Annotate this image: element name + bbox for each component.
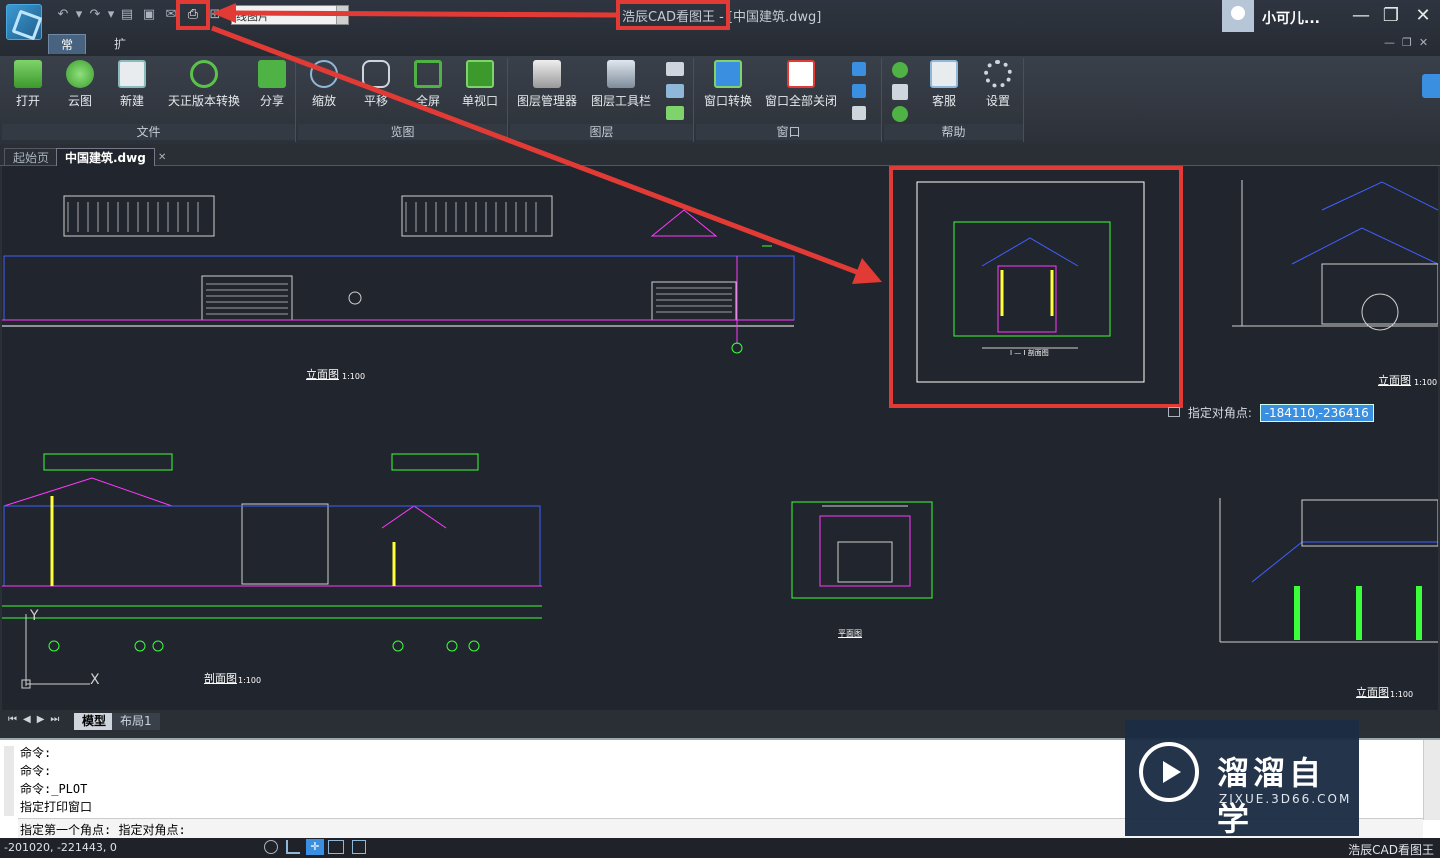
command-line-2: 命令:: [20, 764, 52, 778]
status-app-name: 浩辰CAD看图王: [1348, 843, 1434, 857]
watermark-url: ZIXUE.3D66.COM: [1219, 792, 1352, 806]
command-input-text: 指定第一个角点: 指定对角点:: [20, 823, 186, 837]
layout-nav-arrows[interactable]: ⏮◀▶⏭: [8, 714, 65, 725]
snap-icon[interactable]: ✛: [306, 839, 324, 855]
ortho-icon[interactable]: [286, 840, 300, 854]
coord-tip-input[interactable]: -184110,-236416: [1259, 404, 1374, 422]
tab-model[interactable]: 模型: [74, 713, 115, 730]
coordinate-tooltip: 指定对角点: -184110,-236416: [1168, 404, 1374, 424]
command-line-1: 命令:: [20, 746, 52, 760]
status-bar: -201020, -221443, 0 ✛ 浩辰CAD看图王: [0, 838, 1440, 858]
play-logo-icon: [1139, 742, 1199, 802]
monitor-icon: [1168, 407, 1180, 417]
coordinates-readout: -201020, -221443, 0: [4, 841, 117, 854]
command-line-4: 指定打印窗口: [20, 800, 93, 814]
zoom-status-icon[interactable]: [264, 840, 278, 854]
watermark: 溜溜自学 ZIXUE.3D66.COM: [1125, 720, 1359, 838]
command-line-3: 命令:_PLOT: [20, 782, 88, 796]
tab-layout1[interactable]: 布局1: [112, 713, 160, 730]
command-scrollbar[interactable]: [1423, 740, 1440, 820]
coord-tip-label: 指定对角点:: [1187, 406, 1252, 420]
grid-icon[interactable]: [328, 840, 344, 854]
fit-icon[interactable]: [352, 840, 366, 854]
command-grip[interactable]: [4, 746, 14, 816]
